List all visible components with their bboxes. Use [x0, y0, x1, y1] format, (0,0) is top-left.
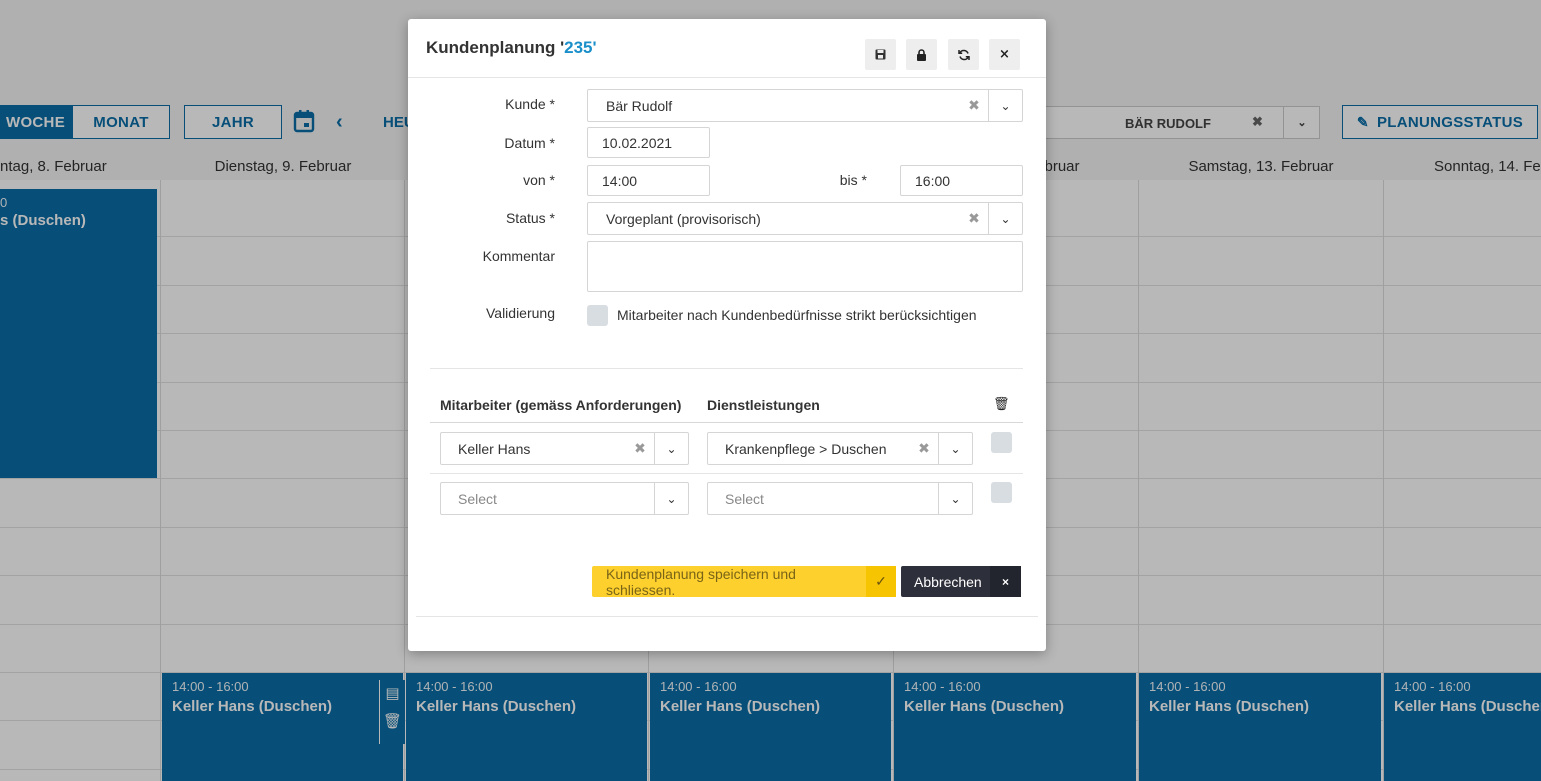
to-value: 16:00 — [915, 172, 951, 189]
from-label: von * — [523, 172, 555, 188]
cancel-label: Abbrechen — [914, 573, 982, 590]
modal-title-prefix: Kundenplanung ' — [426, 38, 565, 57]
status-label: Status * — [505, 210, 555, 226]
lock-icon[interactable] — [906, 39, 937, 70]
comment-label: Kommentar — [482, 248, 555, 264]
chevron-down-icon[interactable]: ⌄ — [938, 433, 972, 464]
close-icon: × — [990, 566, 1021, 597]
save-icon[interactable] — [865, 39, 896, 70]
check-icon: ✓ — [866, 566, 896, 597]
chevron-down-icon[interactable]: ⌄ — [654, 483, 688, 514]
employee-placeholder: Select — [458, 490, 497, 507]
clear-icon[interactable]: ✖ — [960, 210, 988, 227]
validation-label: Validierung — [485, 305, 555, 321]
close-icon[interactable]: × — [989, 39, 1020, 70]
chevron-down-icon[interactable]: ⌄ — [654, 433, 688, 464]
service-select[interactable]: Krankenpflege > Duschen ✖ ⌄ — [707, 432, 973, 465]
service-column-header: Dienstleistungen — [707, 397, 820, 413]
validation-checkbox[interactable] — [587, 305, 608, 326]
service-placeholder: Select — [725, 490, 764, 507]
save-and-close-label: Kundenplanung speichern und schliessen. — [606, 565, 796, 598]
from-value: 14:00 — [602, 172, 638, 189]
cancel-button[interactable]: Abbrechen × — [901, 566, 1021, 597]
modal-title: Kundenplanung '235' — [426, 38, 597, 58]
customer-select[interactable]: Bär Rudolf ✖ ⌄ — [587, 89, 1023, 122]
customer-value: Bär Rudolf — [606, 97, 673, 114]
service-select[interactable]: Select ⌄ — [707, 482, 973, 515]
date-input[interactable]: 10.02.2021 — [587, 127, 710, 158]
chevron-down-icon[interactable]: ⌄ — [938, 483, 972, 514]
chevron-down-icon[interactable]: ⌄ — [988, 90, 1022, 121]
from-time-input[interactable]: 14:00 — [587, 165, 710, 196]
date-value: 10.02.2021 — [602, 134, 673, 151]
modal-title-suffix: ' — [592, 38, 597, 57]
footer-divider — [416, 616, 1038, 617]
comment-textarea[interactable] — [587, 241, 1023, 292]
save-and-close-button[interactable]: Kundenplanung speichern und schliessen. … — [592, 565, 896, 598]
planning-modal: Kundenplanung '235' × Kunde * Bär Rudolf… — [408, 19, 1046, 651]
employee-select[interactable]: Keller Hans ✖ ⌄ — [440, 432, 689, 465]
row-checkbox[interactable] — [991, 482, 1012, 503]
modal-header: Kundenplanung '235' × — [408, 19, 1046, 78]
employee-value: Keller Hans — [458, 440, 531, 457]
service-value: Krankenpflege > Duschen — [725, 440, 887, 457]
to-label: bis * — [839, 172, 867, 188]
divider — [430, 368, 1023, 369]
clear-icon[interactable]: ✖ — [626, 440, 654, 457]
date-label: Datum * — [504, 135, 555, 151]
validation-text: Mitarbeiter nach Kundenbedürfnisse strik… — [617, 307, 977, 323]
table-header-divider — [430, 422, 1023, 423]
employee-select[interactable]: Select ⌄ — [440, 482, 689, 515]
trash-icon[interactable]: 🗑 — [993, 397, 1010, 412]
refresh-icon[interactable] — [948, 39, 979, 70]
status-select[interactable]: Vorgeplant (provisorisch) ✖ ⌄ — [587, 202, 1023, 235]
clear-icon[interactable]: ✖ — [910, 440, 938, 457]
to-time-input[interactable]: 16:00 — [900, 165, 1023, 196]
employee-column-header: Mitarbeiter (gemäss Anforderungen) — [440, 397, 682, 413]
customer-label: Kunde * — [505, 96, 555, 112]
status-value: Vorgeplant (provisorisch) — [606, 210, 761, 227]
row-divider — [430, 473, 1023, 474]
chevron-down-icon[interactable]: ⌄ — [988, 203, 1022, 234]
clear-icon[interactable]: ✖ — [960, 97, 988, 114]
row-checkbox[interactable] — [991, 432, 1012, 453]
modal-title-number: 235 — [564, 38, 593, 57]
